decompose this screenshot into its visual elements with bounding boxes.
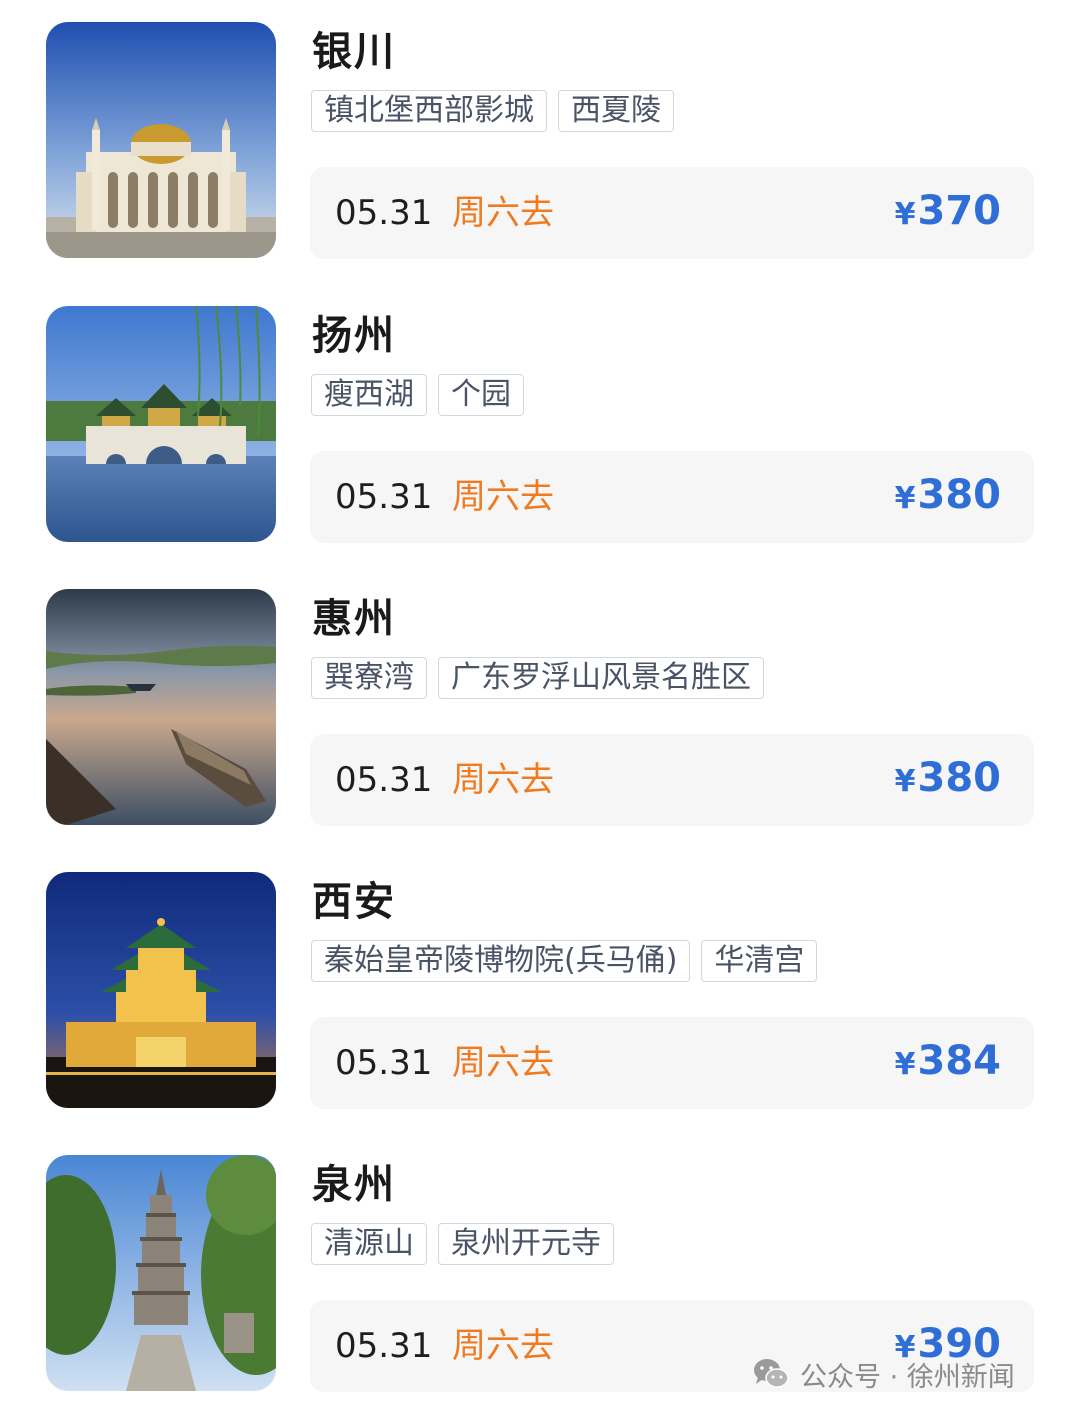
attraction-tags: 镇北堡西部影城 西夏陵 [311, 90, 674, 132]
price-value: 380 [917, 472, 1002, 518]
city-name: 西安 [312, 879, 396, 925]
departure-day: 周六去 [452, 477, 554, 517]
attraction-tag[interactable]: 个园 [438, 374, 524, 416]
wechat-icon [754, 1359, 789, 1388]
price-row[interactable]: 05.31 周六去 ¥380 [310, 734, 1034, 826]
attraction-tag[interactable]: 西夏陵 [558, 90, 674, 132]
watermark-text: 公众号 · 徐州新闻 [800, 1361, 1015, 1393]
currency-symbol: ¥ [894, 481, 916, 516]
price: ¥370 [895, 185, 1001, 241]
city-name: 惠州 [312, 596, 396, 642]
pagoda-photo [46, 1155, 276, 1391]
price: ¥384 [895, 1035, 1001, 1091]
city-name: 泉州 [312, 1162, 396, 1208]
departure-day: 周六去 [452, 1326, 554, 1366]
price-row[interactable]: 05.31 周六去 ¥370 [310, 167, 1034, 259]
price-value: 370 [917, 188, 1002, 234]
attraction-tag[interactable]: 华清宫 [701, 940, 818, 982]
city-name: 扬州 [312, 313, 396, 359]
watermark: 公众号 · 徐州新闻 [752, 1350, 1015, 1398]
departure-day: 周六去 [452, 193, 554, 233]
boats-on-water-photo [46, 589, 276, 825]
city-name: 银川 [312, 29, 396, 75]
destination-card[interactable]: 西安 秦始皇帝陵博物院(兵马俑) 华清宫 05.31 周六去 ¥384 [0, 872, 1080, 1112]
price-row[interactable]: 05.31 周六去 ¥384 [310, 1017, 1034, 1109]
destination-card[interactable]: 银川 镇北堡西部影城 西夏陵 05.31 周六去 ¥370 [0, 22, 1080, 262]
attraction-tags: 巽寮湾 广东罗浮山风景名胜区 [311, 657, 764, 699]
five-pavilion-bridge-photo [46, 306, 276, 542]
currency-symbol: ¥ [894, 1047, 916, 1082]
destination-card[interactable]: 扬州 瘦西湖 个园 05.31 周六去 ¥380 [0, 306, 1080, 546]
departure-day: 周六去 [452, 760, 554, 800]
departure-date: 05.31 [335, 1326, 433, 1366]
attraction-tags: 瘦西湖 个园 [311, 374, 524, 416]
attraction-tag[interactable]: 镇北堡西部影城 [311, 90, 547, 132]
attraction-tag[interactable]: 清源山 [311, 1223, 427, 1265]
price: ¥380 [895, 469, 1001, 525]
departure-day: 周六去 [452, 1043, 554, 1083]
destination-card[interactable]: 惠州 巽寮湾 广东罗浮山风景名胜区 05.31 周六去 ¥380 [0, 589, 1080, 829]
attraction-tag[interactable]: 广东罗浮山风景名胜区 [438, 657, 764, 699]
price-value: 380 [917, 755, 1002, 801]
departure-date: 05.31 [335, 193, 433, 233]
price: ¥380 [895, 752, 1001, 808]
attraction-tag[interactable]: 瘦西湖 [311, 374, 427, 416]
price-value: 384 [917, 1038, 1002, 1084]
currency-symbol: ¥ [894, 197, 916, 232]
departure-date: 05.31 [335, 1043, 433, 1083]
price-row[interactable]: 05.31 周六去 ¥380 [310, 451, 1034, 543]
mosque-photo [46, 22, 276, 258]
attraction-tag[interactable]: 泉州开元寺 [438, 1223, 614, 1265]
departure-date: 05.31 [335, 477, 433, 517]
currency-symbol: ¥ [894, 764, 916, 799]
bell-tower-night-photo [46, 872, 276, 1108]
attraction-tag[interactable]: 巽寮湾 [311, 657, 427, 699]
attraction-tags: 秦始皇帝陵博物院(兵马俑) 华清宫 [311, 940, 818, 982]
attraction-tags: 清源山 泉州开元寺 [311, 1223, 614, 1265]
attraction-tag[interactable]: 秦始皇帝陵博物院(兵马俑) [311, 940, 691, 982]
departure-date: 05.31 [335, 760, 433, 800]
